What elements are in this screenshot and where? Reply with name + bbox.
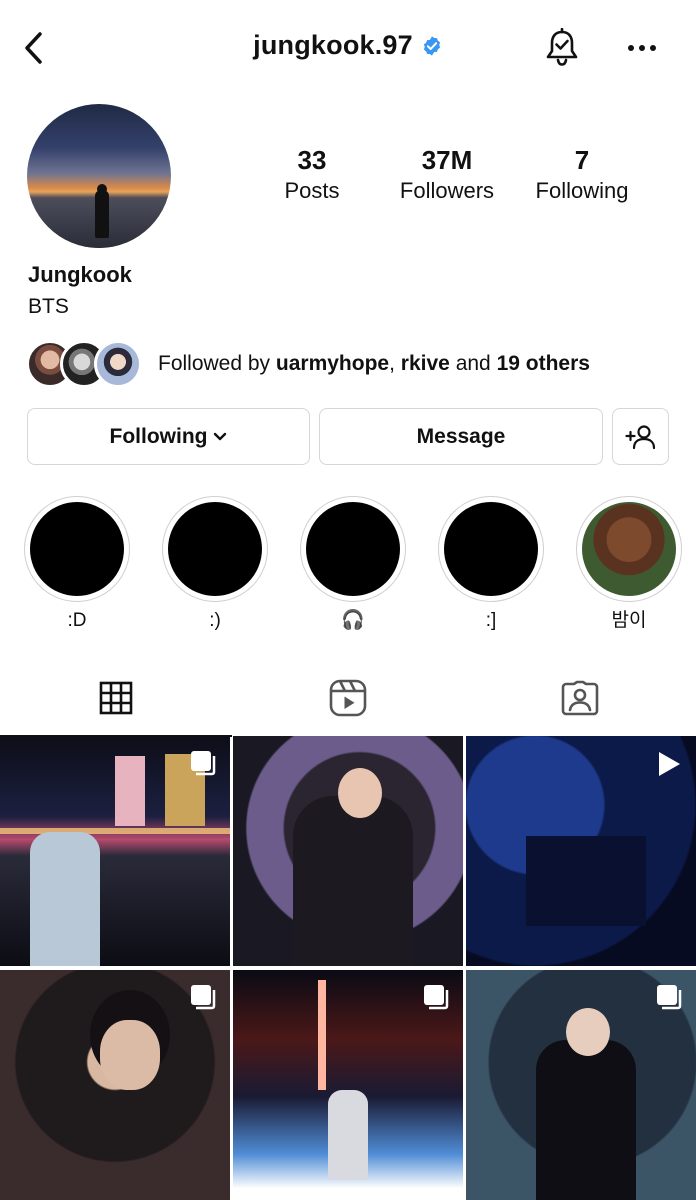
story-highlight[interactable]: 🎧 (299, 496, 407, 634)
face-shape (566, 1008, 610, 1056)
face-shape (338, 768, 382, 818)
carousel-icon (657, 985, 682, 1010)
notifications-button[interactable] (540, 26, 584, 70)
profile-tabs (0, 660, 696, 737)
person-shape (536, 1040, 636, 1200)
highlight-ring (438, 496, 544, 602)
profile-bio: BTS (28, 295, 69, 318)
followers-label: Followers (399, 178, 495, 203)
post-thumbnail[interactable] (233, 736, 463, 966)
story-highlight[interactable]: 밤이 (575, 496, 683, 634)
person-shape (30, 832, 100, 966)
post-thumbnail[interactable] (0, 970, 230, 1200)
performer-shape (328, 1090, 368, 1180)
username-title: jungkook.97 (0, 30, 696, 61)
screen-shape (526, 836, 646, 926)
highlight-ring (300, 496, 406, 602)
tagged-person-icon (561, 680, 599, 716)
post-thumbnail[interactable] (233, 970, 463, 1200)
mutual-avatar (94, 340, 142, 388)
highlight-label: :) (209, 610, 221, 631)
highlight-label: :] (485, 610, 497, 631)
reels-icon (329, 679, 367, 717)
followed-by-separator: , (389, 352, 395, 375)
more-horizontal-icon (628, 45, 656, 51)
posts-count: 33 (297, 145, 327, 175)
followed-by[interactable]: Followed by uarmyhope, rkive and 19 othe… (26, 340, 590, 388)
add-person-icon (624, 424, 655, 449)
highlight-cover (30, 502, 124, 596)
highlight-cover (168, 502, 262, 596)
mutual-user-2[interactable]: rkive (401, 352, 450, 375)
profile-name: Jungkook (28, 262, 132, 287)
video-play-icon (659, 752, 680, 776)
post-thumbnail[interactable] (466, 970, 696, 1200)
firework-shape (318, 980, 326, 1090)
person-shape (293, 796, 413, 966)
story-highlight[interactable]: :) (161, 496, 269, 634)
highlight-label: 밤이 (611, 610, 647, 631)
carousel-icon (191, 985, 216, 1010)
username-text: jungkook.97 (253, 30, 413, 60)
followed-by-and: and (455, 352, 491, 375)
bell-check-icon (546, 28, 578, 66)
story-highlight[interactable]: :D (23, 496, 131, 634)
story-highlight[interactable]: :] (437, 496, 545, 634)
highlight-label: :D (67, 610, 87, 631)
highlight-ring (162, 496, 268, 602)
following-label: Following (535, 178, 629, 203)
posts-grid-tab[interactable] (0, 660, 232, 737)
posts-grid (0, 736, 696, 1200)
following-stat[interactable]: 7 Following (526, 144, 638, 206)
face-shape (100, 1020, 160, 1090)
post-thumbnail[interactable] (0, 736, 230, 966)
building-shape (115, 756, 145, 826)
followed-by-text: Followed by uarmyhope, rkive and 19 othe… (158, 352, 590, 376)
mutual-others[interactable]: 19 others (497, 352, 590, 375)
highlight-cover (306, 502, 400, 596)
message-button[interactable]: Message (319, 408, 603, 465)
posts-label: Posts (284, 178, 340, 203)
verified-badge-icon (423, 35, 440, 56)
following-button[interactable]: Following (27, 408, 310, 465)
city-lights (0, 828, 230, 834)
posts-stat[interactable]: 33 Posts (262, 144, 362, 206)
message-button-label: Message (416, 424, 506, 448)
followers-count: 37M (421, 145, 473, 175)
chevron-down-icon (214, 432, 227, 440)
highlight-ring (24, 496, 130, 602)
highlight-label: 🎧 (341, 610, 365, 631)
followers-stat[interactable]: 37M Followers (390, 144, 504, 206)
highlight-cover (444, 502, 538, 596)
mutual-user-1[interactable]: uarmyhope (276, 352, 389, 375)
carousel-icon (191, 751, 216, 776)
following-count: 7 (574, 145, 590, 175)
profile-avatar[interactable] (27, 104, 171, 248)
avatar-figure (95, 190, 109, 238)
followed-by-prefix: Followed by (158, 352, 271, 375)
tagged-tab[interactable] (464, 660, 696, 736)
reels-tab[interactable] (232, 660, 464, 736)
suggested-users-button[interactable] (612, 408, 669, 465)
post-thumbnail[interactable] (466, 736, 696, 966)
highlight-cover-dog (582, 502, 676, 596)
carousel-icon (424, 985, 449, 1010)
following-button-label: Following (109, 424, 208, 448)
highlight-ring (576, 496, 682, 602)
profile-header: jungkook.97 (0, 0, 696, 100)
more-options-button[interactable] (620, 28, 664, 68)
grid-icon (99, 681, 133, 715)
